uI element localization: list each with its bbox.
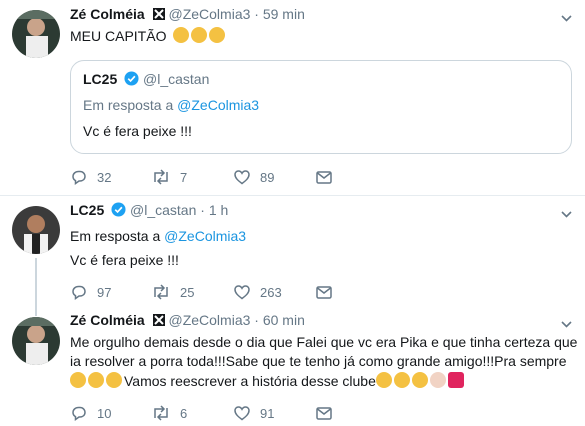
like-icon	[234, 285, 250, 300]
quoted-tweet[interactable]: LC25 @l_castan Em resposta a @ZeColmia3 …	[70, 60, 572, 154]
dm-button[interactable]	[315, 404, 333, 422]
club-badge-icon	[152, 313, 165, 329]
quote-author-handle[interactable]: @l_castan	[143, 71, 209, 87]
reply-to-link[interactable]: @ZeColmia3	[177, 97, 259, 113]
tweet-text-body: Vamos reescrever a história desse clube	[124, 373, 376, 389]
reply-prefix: Em resposta a	[83, 97, 174, 113]
flexed-biceps-emoji	[106, 372, 122, 388]
retweet-icon	[154, 169, 168, 185]
tweet-actions: 97 25 263	[70, 283, 370, 303]
reply-icon	[72, 170, 86, 185]
author-name[interactable]: Zé Colméia	[70, 312, 145, 328]
like-count: 89	[260, 169, 275, 185]
like-count: 91	[260, 405, 275, 421]
retweet-button[interactable]: 25	[151, 283, 194, 301]
tweet-text-line-3: Vamos reescrever a história desse clube	[70, 371, 466, 391]
reply-button[interactable]: 32	[70, 168, 111, 186]
reply-button[interactable]: 97	[70, 283, 111, 301]
like-count: 263	[260, 284, 282, 300]
chevron-down-icon[interactable]	[561, 10, 572, 25]
folded-hands-emoji	[393, 372, 410, 388]
folded-hands-emoji	[375, 372, 392, 388]
reply-icon	[72, 406, 86, 421]
avatar[interactable]	[12, 317, 60, 365]
reply-count: 97	[97, 284, 112, 300]
dm-icon	[316, 171, 332, 184]
verified-icon	[124, 71, 139, 89]
verified-icon	[111, 202, 126, 220]
quote-text: Vc é fera peixe !!!	[83, 123, 192, 139]
retweet-button[interactable]: 6	[151, 404, 187, 422]
retweet-button[interactable]: 7	[151, 168, 187, 186]
retweet-icon	[154, 284, 168, 300]
author-name[interactable]: Zé Colméia	[70, 6, 145, 22]
tweet-2[interactable]: LC25 @l_castan · 1 h Em resposta a @ZeCo…	[0, 196, 585, 311]
dm-icon	[316, 286, 332, 299]
like-icon	[234, 406, 250, 421]
author-handle[interactable]: @l_castan	[130, 202, 196, 218]
retweet-count: 25	[180, 284, 195, 300]
flexed-biceps-emoji	[191, 27, 208, 43]
separator: ·	[254, 6, 259, 22]
timestamp[interactable]: 1 h	[209, 202, 228, 218]
tweet-1[interactable]: Zé Colméia @ZeColmia3 · 59 min MEU CAPIT…	[0, 0, 585, 195]
tweet-text-line-1: Me orgulho demais desde o dia que Falei …	[70, 334, 578, 350]
reply-prefix: Em resposta a	[70, 228, 161, 244]
reply-icon	[72, 285, 86, 300]
club-badge-icon	[152, 7, 165, 23]
like-icon	[234, 170, 250, 185]
flexed-biceps-emoji	[209, 27, 226, 43]
avatar[interactable]	[12, 10, 60, 58]
dm-icon	[316, 407, 332, 420]
author-handle[interactable]: @ZeColmia3	[168, 312, 250, 328]
reply-to-link[interactable]: @ZeColmia3	[164, 228, 246, 244]
dm-button[interactable]	[315, 283, 333, 301]
tweet-3[interactable]: Zé Colméia @ZeColmia3 · 60 min Me orgulh…	[0, 311, 585, 426]
tweet-text: MEU CAPITÃO	[70, 26, 227, 46]
author-name[interactable]: LC25	[70, 202, 104, 218]
avatar[interactable]	[12, 206, 60, 254]
like-button[interactable]: 263	[233, 283, 282, 301]
dm-button[interactable]	[315, 168, 333, 186]
timestamp[interactable]: 59 min	[263, 6, 305, 22]
reply-count: 10	[97, 405, 112, 421]
quote-author-name[interactable]: LC25	[83, 71, 117, 87]
chevron-down-icon[interactable]	[561, 206, 572, 221]
like-button[interactable]: 91	[233, 404, 274, 422]
timestamp[interactable]: 60 min	[263, 312, 305, 328]
retweet-count: 6	[180, 405, 188, 421]
separator: ·	[200, 202, 205, 218]
reply-count: 32	[97, 169, 112, 185]
flexed-biceps-emoji	[70, 372, 86, 388]
folded-hands-emoji	[411, 372, 428, 388]
flexed-biceps-emoji	[173, 27, 190, 43]
retweet-icon	[154, 405, 168, 421]
tweet-text-body: MEU CAPITÃO	[70, 28, 167, 44]
separator: ·	[254, 312, 259, 328]
anger-emoji	[447, 372, 464, 388]
tweet-actions: 32 7 89	[70, 168, 370, 188]
author-handle[interactable]: @ZeColmia3	[168, 6, 250, 22]
flexed-biceps-emoji	[88, 372, 104, 388]
tweet-text: Vc é fera peixe !!!	[70, 252, 179, 268]
reply-context: Em resposta a @ZeColmia3	[70, 226, 246, 246]
reply-button[interactable]: 10	[70, 404, 111, 422]
like-button[interactable]: 89	[233, 168, 274, 186]
tweet-actions: 10 6 91	[70, 404, 370, 424]
thread-connector-line	[35, 258, 37, 316]
raised-fist-emoji	[429, 372, 446, 388]
tweet-text-line-2: ia resolver a porra toda!!!Sabe que te t…	[70, 353, 567, 369]
retweet-count: 7	[180, 169, 188, 185]
chevron-down-icon[interactable]	[561, 316, 572, 331]
